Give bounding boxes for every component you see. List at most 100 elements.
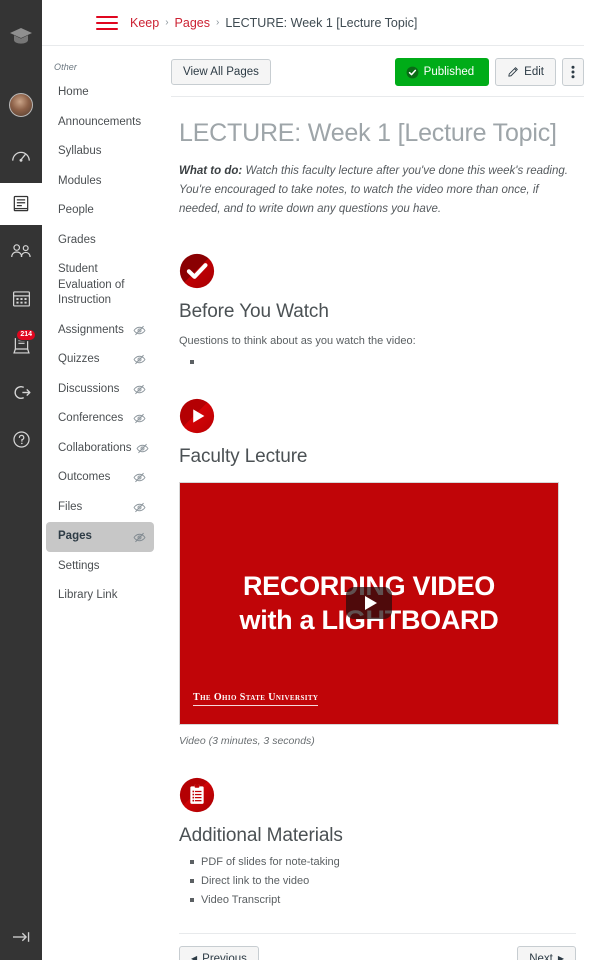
course-nav-item-conferences[interactable]: Conferences — [46, 404, 154, 434]
help-icon[interactable] — [0, 418, 42, 460]
dashboard-icon[interactable] — [0, 136, 42, 178]
course-nav-item-collaborations[interactable]: Collaborations — [46, 434, 154, 464]
course-nav-item-discussions[interactable]: Discussions — [46, 375, 154, 405]
breadcrumb: Keep › Pages › LECTURE: Week 1 [Lecture Topi… — [130, 16, 417, 30]
course-nav-item-label: Discussions — [58, 382, 120, 395]
section-heading: Before You Watch — [179, 300, 329, 322]
course-nav-item-settings[interactable]: Settings — [46, 552, 154, 582]
hidden-from-students-eye-off-icon — [133, 353, 146, 366]
hidden-from-students-eye-off-icon — [133, 471, 146, 484]
course-nav-heading: Other — [54, 62, 78, 72]
canvas-page: 214 Other Home Announcements Syllabus Mo… — [0, 0, 596, 960]
pencil-icon — [507, 66, 519, 78]
section-bullet-list: PDF of slides for note-taking Direct link… — [179, 847, 576, 911]
hamburger-icon[interactable] — [96, 15, 118, 30]
page-intro-label: What to do: — [179, 165, 243, 177]
course-nav-item-label: Home — [58, 86, 89, 98]
breadcrumb-item-keep[interactable]: Keep — [130, 16, 159, 30]
course-nav-item-announcements[interactable]: Announcements — [46, 108, 154, 138]
inbox-unread-badge: 214 — [16, 329, 36, 341]
next-button[interactable]: Next ▶ — [517, 945, 576, 960]
play-button-icon[interactable] — [346, 587, 392, 620]
course-nav-item-label: Outcomes — [58, 471, 111, 484]
view-all-pages-button[interactable]: View All Pages — [171, 59, 271, 85]
arrow-to-right-icon[interactable] — [0, 914, 42, 960]
list-item — [190, 353, 576, 368]
list-item: PDF of slides for note-taking — [190, 853, 576, 872]
page-body: What to do: Watch this faculty lecture a… — [171, 162, 584, 911]
course-nav-item-outcomes[interactable]: Outcomes — [46, 463, 154, 493]
page-action-bar: View All Pages Published Edit — [171, 46, 584, 97]
course-nav-item-modules[interactable]: Modules — [46, 167, 154, 197]
hidden-from-students-eye-off-icon — [133, 501, 146, 514]
calendar-icon[interactable] — [0, 277, 42, 319]
play-circle-icon — [179, 398, 215, 434]
play-triangle — [364, 596, 377, 611]
course-nav-item-label: Assignments — [58, 323, 124, 336]
course-nav-item-label: Modules — [58, 174, 102, 187]
course-nav-item-label: Grades — [58, 233, 96, 246]
course-nav-item-label: Files — [58, 500, 83, 513]
course-nav-item-assignments[interactable]: Assignments — [46, 316, 154, 346]
page-intro: What to do: Watch this faculty lecture a… — [179, 162, 576, 223]
breadcrumb-separator: › — [216, 17, 220, 28]
check-circle-icon — [406, 66, 419, 79]
breadcrumb-item-pages[interactable]: Pages — [175, 16, 210, 30]
edit-button[interactable]: Edit — [495, 58, 556, 86]
check-circle-icon — [179, 253, 215, 289]
hidden-from-students-eye-off-icon — [133, 412, 146, 425]
course-nav-item-label: People — [58, 204, 94, 217]
kebab-menu-icon[interactable] — [562, 58, 584, 86]
list-item: Direct link to the video — [190, 872, 576, 891]
section-heading: Faculty Lecture — [179, 445, 308, 467]
course-nav-item-library-link[interactable]: Library Link — [46, 581, 154, 611]
page-footer-navigation: ◀ Previous Next ▶ — [179, 932, 576, 960]
breadcrumb-item-lecture-week-1-lecture-topic: LECTURE: Week 1 [Lecture Topic] — [225, 15, 418, 30]
course-nav-item-label: Pages — [58, 530, 92, 543]
course-nav-item-label: Settings — [58, 559, 100, 572]
course-nav-item-label: Conferences — [58, 412, 124, 425]
course-nav-item-grades[interactable]: Grades — [46, 226, 154, 256]
course-nav-item-quizzes[interactable]: Quizzes — [46, 345, 154, 375]
graduation-cap-icon[interactable] — [0, 0, 42, 72]
course-nav-item-files[interactable]: Files — [46, 493, 154, 523]
video-embed[interactable]: RECORDING VIDEO with a LIGHTBOARD The Oh… — [179, 481, 559, 725]
hidden-from-students-eye-off-icon — [136, 442, 149, 455]
breadcrumb-bar: Keep › Pages › LECTURE: Week 1 [Lecture Topi… — [42, 0, 584, 46]
avatar[interactable] — [0, 84, 42, 126]
published-status-button[interactable]: Published — [394, 58, 490, 86]
course-nav-item-people[interactable]: People — [46, 196, 154, 226]
global-navigation: 214 — [0, 0, 42, 960]
section-additional-materials: Additional Materials PDF of slides for n… — [179, 747, 576, 911]
course-nav-item-student-evaluation-of-instruction[interactable]: Student Evaluation of Instruction — [46, 255, 154, 316]
avatar-image — [9, 93, 33, 117]
hidden-from-students-eye-off-icon — [133, 383, 146, 396]
section-before-you-watch: Before You Watch Questions to think abou… — [179, 223, 576, 368]
published-label: Published — [423, 66, 475, 78]
breadcrumb-separator: › — [165, 17, 169, 28]
list-item: Video Transcript — [190, 891, 576, 910]
section-heading: Additional Materials — [179, 824, 343, 846]
groups-icon[interactable] — [0, 230, 42, 272]
course-nav-list: Home Announcements Syllabus Modules People Gr… — [42, 78, 158, 611]
course-navigation: Other Home Announcements Syllabus Modules Pe… — [42, 0, 159, 960]
edit-label: Edit — [524, 66, 544, 78]
hidden-from-students-eye-off-icon — [133, 531, 146, 544]
course-nav-item-pages[interactable]: Pages — [46, 522, 154, 552]
course-nav-item-label: Student Evaluation of Instruction — [58, 263, 125, 307]
inbox-icon[interactable]: 214 — [0, 324, 42, 366]
course-nav-item-syllabus[interactable]: Syllabus — [46, 137, 154, 167]
main-content: Keep › Pages › LECTURE: Week 1 [Lecture Topi… — [42, 0, 596, 960]
previous-button[interactable]: ◀ Previous — [179, 945, 259, 960]
logout-icon[interactable] — [0, 371, 42, 413]
page-title: LECTURE: Week 1 [Lecture Topic] — [179, 119, 557, 147]
course-nav-item-label: Quizzes — [58, 353, 100, 366]
video-caption: Video (3 minutes, 3 seconds) — [179, 734, 315, 747]
hidden-from-students-eye-off-icon — [133, 324, 146, 337]
course-nav-item-home[interactable]: Home — [46, 78, 154, 108]
triangle-left-icon: ◀ — [191, 954, 198, 960]
osu-brand-logo: The Ohio State University — [193, 692, 319, 706]
courses-icon[interactable] — [0, 183, 42, 225]
course-nav-item-label: Syllabus — [58, 145, 102, 158]
previous-label: Previous — [202, 952, 247, 960]
